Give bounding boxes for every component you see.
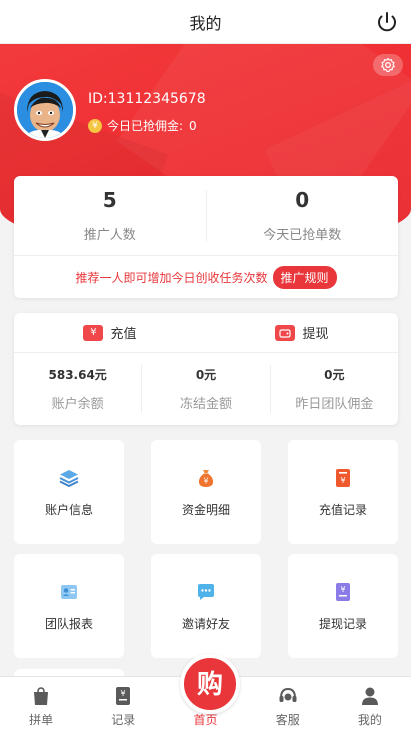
menu-label: 提现记录	[318, 616, 367, 631]
buy-icon: 购	[197, 670, 223, 700]
home-buy-button[interactable]: 购	[180, 654, 240, 714]
nav-item-group-buy[interactable]: 拼单	[0, 677, 82, 734]
gear-icon	[381, 57, 395, 73]
balance-account: 583.64元 账户余额	[14, 353, 141, 425]
power-icon[interactable]	[375, 10, 399, 34]
svg-text:¥: ¥	[203, 476, 208, 485]
nav-label: 记录	[111, 713, 136, 727]
coin-icon: ¥	[88, 118, 102, 133]
nav-item-customer-service[interactable]: 客服	[247, 677, 329, 734]
menu-recharge-records[interactable]: ¥ 充值记录	[288, 440, 398, 544]
promo-text: 推荐一人即可增加今日创收任务次数	[75, 270, 268, 285]
stat-today-orders[interactable]: 0 今天已抢单数	[205, 188, 399, 243]
svg-text:¥: ¥	[340, 476, 345, 485]
withdraw-record-icon: ¥	[336, 582, 350, 601]
menu-label: 资金明细	[181, 502, 230, 517]
stats-card: 5 推广人数 0 今天已抢单数 推荐一人即可增加今日创收任务次数 推广规则	[14, 176, 398, 298]
nav-item-records[interactable]: ¥ 记录	[82, 677, 164, 734]
balance-actions: ¥ 充值 提现	[14, 313, 398, 353]
nav-label: 拼单	[29, 713, 54, 727]
promotion-rules-button[interactable]: 推广规则	[272, 265, 337, 289]
withdraw-button[interactable]: 提现	[206, 313, 398, 352]
balance-amount: 0元	[324, 368, 345, 382]
bag-icon	[34, 687, 49, 705]
promo-row: 推荐一人即可增加今日创收任务次数 推广规则	[14, 256, 398, 298]
nav-label: 我的	[357, 713, 382, 727]
team-report-icon	[61, 584, 77, 599]
balance-label: 账户余额	[51, 397, 104, 412]
stat-promoters[interactable]: 5 推广人数	[14, 176, 206, 255]
svg-text:¥: ¥	[121, 689, 126, 698]
stat-value: 0	[295, 188, 310, 212]
stats-row: 5 推广人数 0 今天已抢单数	[14, 176, 398, 256]
menu-label: 邀请好友	[181, 616, 230, 631]
menu-account-info[interactable]: 账户信息	[14, 440, 124, 544]
svg-text:¥: ¥	[340, 585, 345, 594]
menu-label: 团队报表	[44, 616, 93, 631]
chat-invite-icon	[198, 583, 214, 600]
user-icon	[361, 687, 378, 705]
wallet-icon	[275, 324, 296, 341]
balance-amount: 583.64元	[48, 368, 107, 382]
stat-value: 5	[102, 188, 117, 212]
headset-icon	[279, 687, 297, 702]
today-commission-value: 0	[189, 118, 197, 133]
menu-label: 账户信息	[44, 502, 93, 517]
nav-label: 客服	[275, 713, 300, 727]
recharge-record-icon: ¥	[336, 468, 350, 487]
settings-button[interactable]	[373, 54, 403, 76]
stat-label: 推广人数	[83, 228, 136, 243]
menu-withdraw-records[interactable]: ¥ 提现记录	[288, 554, 398, 658]
user-id: ID:13112345678	[88, 91, 206, 107]
withdraw-label: 提现	[302, 327, 329, 342]
stat-label: 今天已抢单数	[263, 228, 342, 243]
balance-label: 昨日团队佣金	[295, 397, 374, 412]
record-icon: ¥	[116, 687, 131, 705]
yen-card-icon: ¥	[83, 324, 104, 341]
top-bar: 我的	[0, 0, 411, 44]
page-title: 我的	[189, 13, 222, 33]
nav-item-mine[interactable]: 我的	[329, 677, 411, 734]
balance-frozen: 0元 冻结金额	[141, 365, 269, 413]
menu-team-report[interactable]: 团队报表	[14, 554, 124, 658]
layers-icon	[59, 469, 79, 487]
balance-label: 冻结金额	[179, 397, 232, 412]
menu-invite-friends[interactable]: 邀请好友	[151, 554, 261, 658]
recharge-button[interactable]: ¥ 充值	[14, 313, 206, 352]
today-commission: ¥ 今日已抢佣金: 0	[88, 117, 197, 134]
balance-amount: 0元	[195, 368, 217, 382]
balance-row: 583.64元 账户余额 0元 冻结金额 0元 昨日团队佣金	[14, 353, 398, 425]
svg-text:购: 购	[197, 670, 223, 700]
menu-fund-details[interactable]: ¥ 资金明细	[151, 440, 261, 544]
avatar-image	[17, 82, 73, 138]
recharge-label: 充值	[110, 327, 137, 342]
today-commission-label: 今日已抢佣金:	[107, 119, 184, 133]
balance-card: ¥ 充值 提现 583.64元 账户余额 0元 冻结金额 0元 昨日团队佣金	[14, 313, 398, 425]
balance-team-commission: 0元 昨日团队佣金	[269, 365, 398, 413]
menu-label: 充值记录	[318, 502, 367, 517]
money-bag-icon: ¥	[198, 469, 214, 487]
avatar[interactable]	[14, 79, 76, 141]
